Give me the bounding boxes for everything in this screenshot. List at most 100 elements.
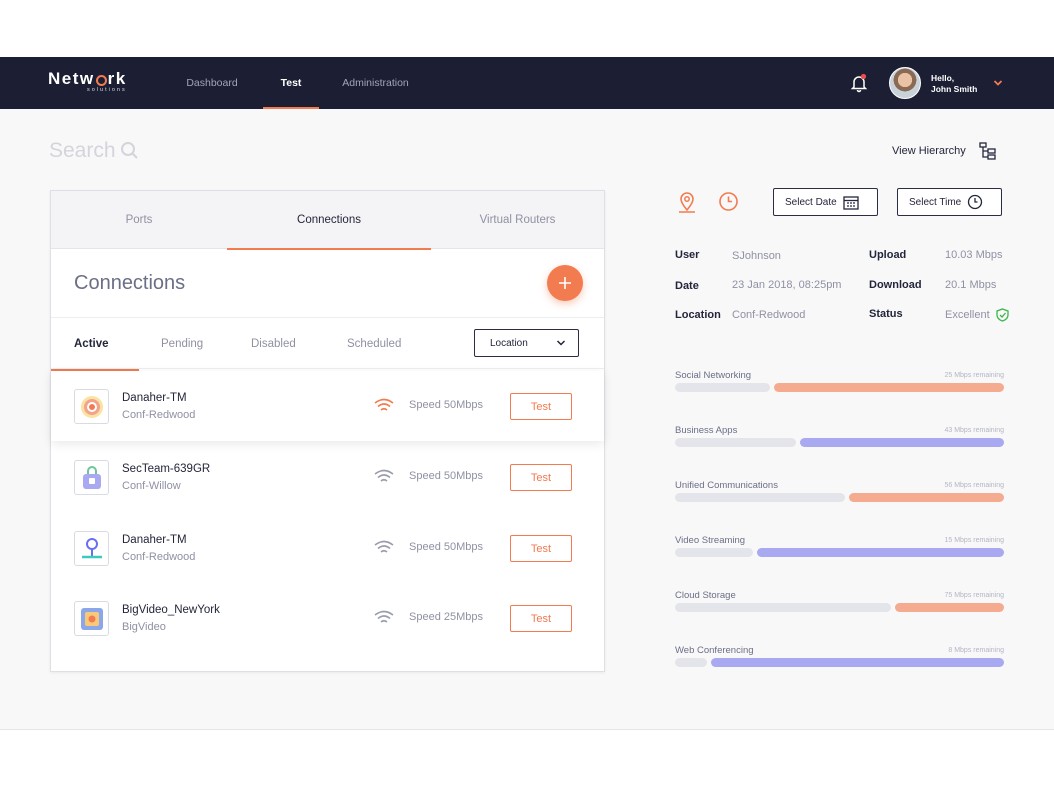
select-time-button[interactable]: Select Time — [897, 188, 1002, 216]
bandwidth-used-bar — [675, 383, 770, 392]
connections-card: Ports Connections Virtual Routers Connec… — [50, 190, 605, 672]
connection-speed: Speed 50Mbps — [409, 470, 483, 482]
main-content: Search View Hierarchy Ports Connections … — [0, 109, 1054, 730]
status-label: Status — [869, 308, 903, 320]
tab-connections[interactable]: Connections — [227, 191, 431, 250]
logo-text-end: rk — [107, 69, 127, 88]
bandwidth-remaining-bar — [895, 603, 1004, 612]
filter-disabled[interactable]: Disabled — [251, 318, 296, 370]
test-button[interactable]: Test — [510, 605, 572, 632]
status-filter-row: Active Pending Disabled Scheduled Locati… — [51, 317, 604, 371]
nav-dashboard[interactable]: Dashboard — [185, 57, 239, 109]
bandwidth-used-bar — [675, 438, 796, 447]
test-button[interactable]: Test — [510, 464, 572, 491]
clock-icon — [968, 194, 983, 210]
select-date-label: Select Date — [785, 196, 837, 208]
connection-row[interactable]: Danaher-TM Conf-Redwood Speed 50Mbps Tes… — [51, 371, 604, 441]
date-label: Date — [675, 280, 699, 292]
status-value-block: Excellent — [945, 308, 1009, 322]
bandwidth-label: Unified Communications — [675, 480, 778, 491]
download-label: Download — [869, 279, 922, 291]
wifi-icon — [374, 398, 394, 411]
view-hierarchy-label: View Hierarchy — [892, 145, 966, 157]
bandwidth-used-bar — [675, 548, 753, 557]
tab-virtual-routers[interactable]: Virtual Routers — [431, 191, 604, 249]
search-icon[interactable] — [120, 141, 140, 161]
user-greeting-block[interactable]: Hello, John Smith — [931, 73, 977, 95]
connection-speed: Speed 25Mbps — [409, 611, 483, 623]
connection-location: Conf-Willow — [122, 480, 181, 492]
bandwidth-used-bar — [675, 658, 707, 667]
nav-test[interactable]: Test — [263, 57, 319, 109]
bandwidth-label: Business Apps — [675, 425, 738, 436]
user-value: SJohnson — [732, 250, 781, 262]
plus-icon — [559, 277, 571, 289]
connection-name: BigVideo_NewYork — [122, 604, 220, 616]
logo-ring-icon — [95, 74, 107, 86]
connection-row[interactable]: SecTeam-639GR Conf-Willow Speed 50Mbps T… — [51, 442, 604, 512]
chevron-down-icon — [556, 340, 566, 346]
connection-speed: Speed 50Mbps — [409, 541, 483, 553]
shield-check-icon — [995, 308, 1009, 322]
bandwidth-remaining-bar — [849, 493, 1004, 502]
app-logo[interactable]: Netw rk solutions — [48, 69, 127, 93]
bandwidth-remaining-bar — [757, 548, 1004, 557]
calendar-icon — [843, 195, 859, 210]
bandwidth-label: Web Conferencing — [675, 645, 754, 656]
filter-scheduled[interactable]: Scheduled — [347, 318, 401, 370]
card-tabs: Ports Connections Virtual Routers — [51, 191, 604, 250]
test-button[interactable]: Test — [510, 393, 572, 420]
bandwidth-used-bar — [675, 493, 845, 502]
status-value: Excellent — [945, 309, 990, 321]
wifi-icon — [374, 469, 394, 482]
connection-name: Danaher-TM — [122, 392, 187, 404]
hierarchy-icon — [979, 142, 996, 160]
location-pin-icon[interactable] — [677, 191, 697, 213]
upload-value: 10.03 Mbps — [945, 249, 1003, 261]
upload-label: Upload — [869, 249, 907, 261]
location-dropdown-value: Location — [490, 337, 528, 349]
connection-row[interactable]: Danaher-TM Conf-Redwood Speed 50Mbps Tes… — [51, 513, 604, 583]
user-avatar[interactable] — [889, 67, 921, 99]
location-label: Location — [675, 309, 721, 321]
logo-text-start: Netw — [48, 69, 95, 88]
clock-icon[interactable] — [718, 191, 739, 212]
connection-location: Conf-Redwood — [122, 409, 196, 421]
location-value: Conf-Redwood — [732, 309, 806, 321]
connection-location: Conf-Redwood — [122, 551, 196, 563]
bandwidth-remaining: 43 Mbps remaining — [944, 427, 1004, 434]
date-value: 23 Jan 2018, 08:25pm — [732, 279, 842, 291]
wifi-icon — [374, 540, 394, 553]
bandwidth-label: Cloud Storage — [675, 590, 736, 601]
bandwidth-label: Social Networking — [675, 370, 752, 381]
select-time-label: Select Time — [909, 196, 962, 208]
nav-administration[interactable]: Administration — [338, 57, 413, 109]
add-connection-button[interactable] — [547, 265, 583, 301]
filter-pending[interactable]: Pending — [161, 318, 203, 370]
search-bar[interactable]: Search — [49, 139, 140, 163]
test-button[interactable]: Test — [510, 535, 572, 562]
user-greeting: Hello, — [931, 73, 955, 83]
bandwidth-remaining-bar — [800, 438, 1004, 447]
bandwidth-remaining: 25 Mbps remaining — [944, 372, 1004, 379]
connection-name: Danaher-TM — [122, 534, 187, 546]
lock-icon — [74, 460, 109, 495]
select-date-button[interactable]: Select Date — [773, 188, 878, 216]
bandwidth-used-bar — [675, 603, 891, 612]
connection-row[interactable]: BigVideo_NewYork BigVideo Speed 25Mbps T… — [51, 583, 604, 653]
tab-ports[interactable]: Ports — [51, 191, 227, 249]
bandwidth-remaining-bar — [711, 658, 1004, 667]
chevron-down-icon[interactable] — [993, 78, 1003, 88]
pin-icon — [74, 531, 109, 566]
filter-active[interactable]: Active — [51, 318, 138, 371]
view-hierarchy-link[interactable]: View Hierarchy — [892, 142, 996, 160]
search-input[interactable]: Search — [49, 139, 116, 163]
bandwidth-remaining: 15 Mbps remaining — [944, 537, 1004, 544]
target-icon — [74, 389, 109, 424]
bandwidth-remaining-bar — [774, 383, 1004, 392]
location-dropdown[interactable]: Location — [474, 329, 579, 357]
notification-bell-icon[interactable] — [850, 73, 868, 93]
connection-name: SecTeam-639GR — [122, 463, 211, 475]
logo-wordmark: Netw rk — [48, 69, 127, 89]
user-label: User — [675, 249, 700, 261]
